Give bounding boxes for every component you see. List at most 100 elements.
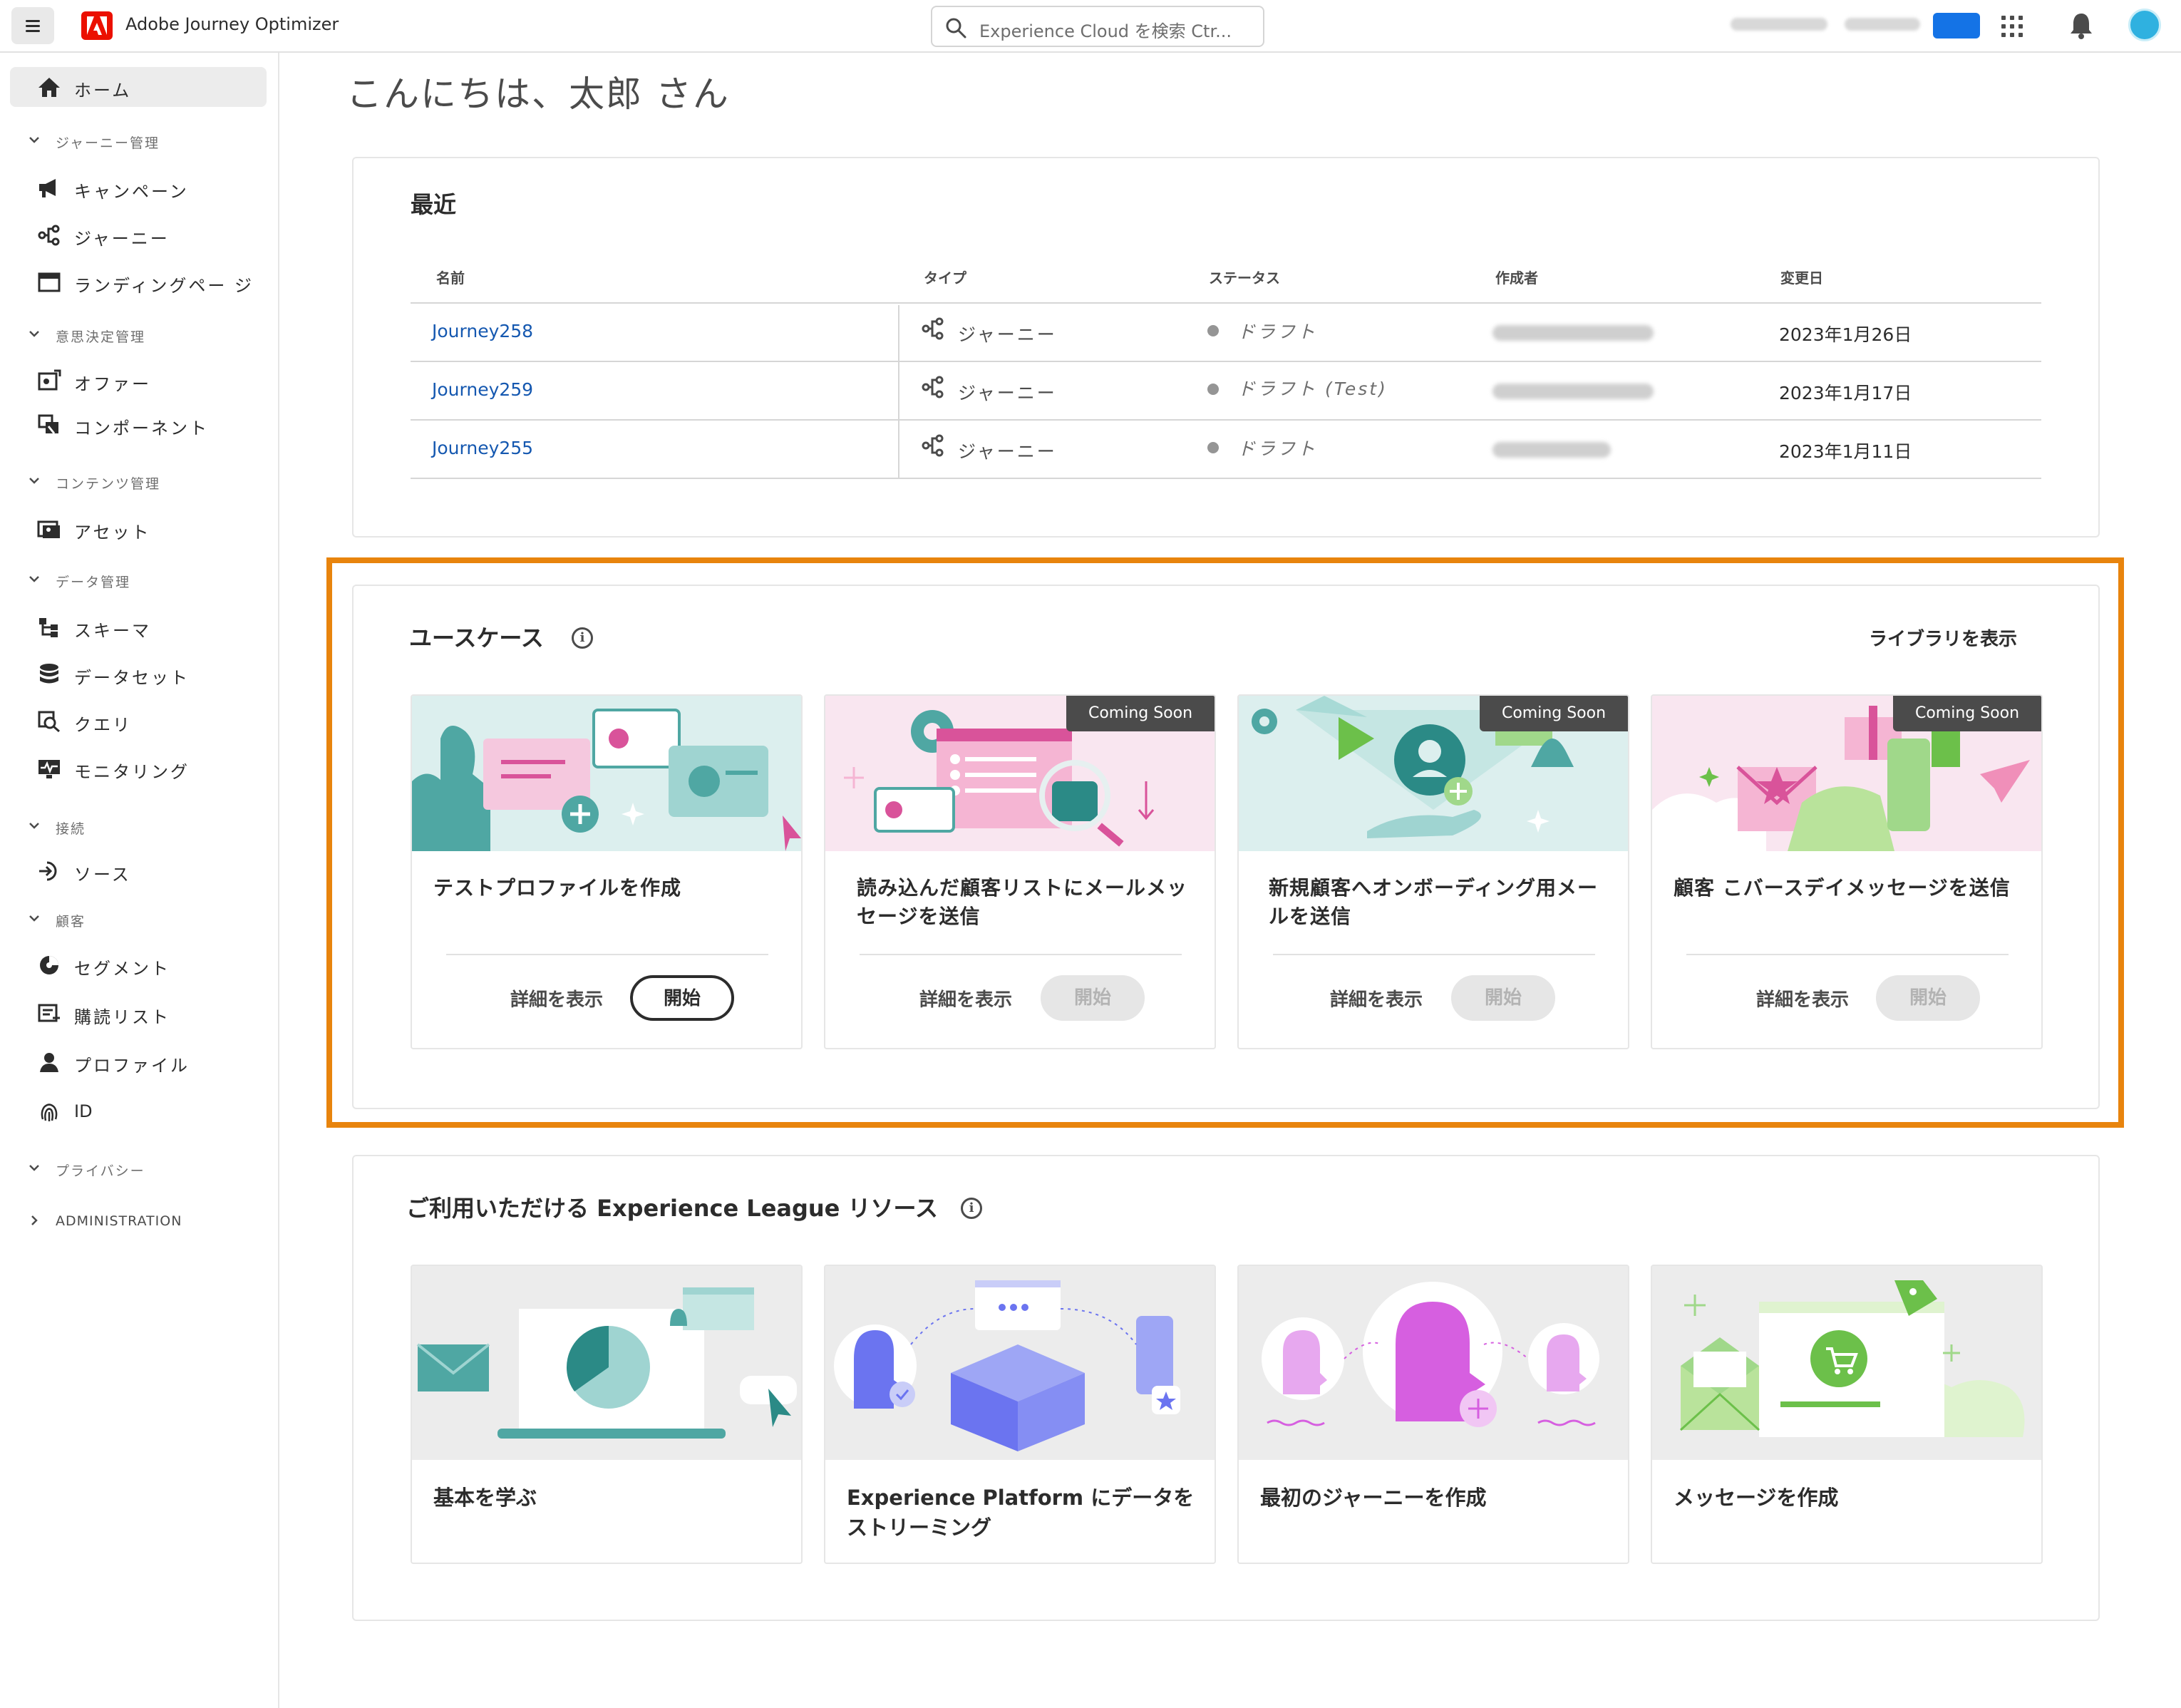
left-navigation: ホーム ジャーニー管理 キャンペーン ジャーニー ランディングペー ジ 意思決定… [0,53,279,1708]
search-icon [946,18,966,38]
table-divider [411,361,2041,362]
journey-icon [922,434,944,457]
sidebar-item-datasets[interactable]: データセット [10,654,267,694]
user-icon [40,1053,58,1072]
start-button[interactable]: 開始 [630,975,734,1021]
journey-name-link[interactable]: Journey258 [432,321,533,341]
journey-icon [38,225,60,246]
start-button[interactable]: 開始 [1876,975,1980,1021]
view-details-link[interactable]: 詳細を表示 [1756,985,1849,1012]
recent-title: 最近 [411,191,457,218]
resource-illustration [412,1266,801,1460]
sidebar-item-schemas[interactable]: スキーマ [10,607,267,647]
journey-icon [922,317,944,340]
usecase-title: 新規顧客へオンボーディング用メールを送信 [1269,876,1599,928]
subscription-list-icon [38,1004,60,1022]
coming-soon-badge: Coming Soon [1893,696,2041,731]
adobe-logo-icon [81,11,113,40]
journey-icon [922,376,944,398]
landing-page-icon [38,272,61,292]
usecase-illustration [412,696,801,851]
sidebar-item-segments[interactable]: セグメント [10,945,267,985]
coming-soon-badge: Coming Soon [1480,696,1628,731]
resource-card[interactable]: 基本を学ぶ [411,1265,803,1564]
chevron-right-icon [31,1215,38,1225]
chevron-down-icon [29,823,39,829]
resource-illustration [1652,1266,2041,1460]
sidebar-item-components[interactable]: コンポーネント [10,405,267,445]
usecase-title: テストプロファイルを作成 [433,876,682,900]
column-header-modified[interactable]: 変更日 [1780,267,1823,287]
sidebar-item-journeys[interactable]: ジャーニー [10,215,267,255]
resource-illustration [1239,1266,1628,1460]
card-divider [1686,954,2009,955]
sidebar-item-landing-pages[interactable]: ランディングペー ジ [10,262,267,302]
apps-grid-icon[interactable] [2001,16,2023,37]
column-header-creator[interactable]: 作成者 [1495,267,1538,287]
page-greeting: こんにちは、太郎 さん [346,73,730,115]
journey-type: ジャーニー [958,441,1057,462]
environment-badge [1933,13,1980,38]
view-details-link[interactable]: 詳細を表示 [1330,985,1423,1012]
start-button[interactable]: 開始 [1041,975,1145,1021]
usecase-title: 読み込んだ顧客リストにメールメッセージを送信 [857,876,1188,928]
coming-soon-badge: Coming Soon [1066,696,1215,731]
resource-card[interactable]: Experience Platform にデータをストリーミング [824,1265,1216,1564]
components-icon [38,414,58,434]
sidebar-item-identities[interactable]: ID [10,1092,267,1132]
info-icon[interactable]: i [572,627,593,649]
sidebar-item-subscription-lists[interactable]: 購読リスト [10,994,267,1034]
card-divider [860,954,1182,955]
chevron-down-icon [29,1165,39,1171]
user-avatar[interactable] [2128,9,2161,41]
resources-title: ご利用いただける Experience League リソース [406,1195,938,1222]
query-icon [38,711,60,733]
view-details-link[interactable]: 詳細を表示 [919,985,1012,1012]
resource-card[interactable]: 最初のジャーニーを作成 [1237,1265,1629,1564]
table-divider [411,419,2041,421]
usecase-card: Coming Soon 新規顧客へオンボーディング用メールを送信 詳細を表示 開… [1237,694,1629,1049]
sidebar-item-offers[interactable]: オファー [10,361,267,401]
view-library-link[interactable]: ライブラリを表示 [1869,624,2017,651]
org-switcher[interactable] [1731,18,1827,31]
info-icon[interactable]: i [961,1198,982,1219]
notifications-bell-icon[interactable] [2068,11,2094,40]
sidebar-item-queries[interactable]: クエリ [10,701,267,741]
resource-card[interactable]: メッセージを作成 [1651,1265,2043,1564]
view-details-link[interactable]: 詳細を表示 [510,985,603,1012]
fingerprint-icon [41,1103,58,1121]
sidebar-item-campaigns[interactable]: キャンペーン [10,168,267,208]
column-header-type[interactable]: タイプ [924,267,966,287]
journey-name-link[interactable]: Journey259 [432,379,533,400]
sidebar-item-assets[interactable]: アセット [10,509,267,549]
menu-toggle-button[interactable] [11,7,54,44]
global-search-input[interactable]: Experience Cloud を検索 Ctr... [931,6,1264,47]
chevron-down-icon [29,915,39,922]
monitoring-icon [38,760,60,778]
journey-type: ジャーニー [958,383,1057,403]
chevron-down-icon [29,576,39,582]
usecase-card: Coming Soon 顧客 こバースデイメッセージを送信 詳細を表示 開始 [1651,694,2043,1049]
source-icon [39,861,57,881]
start-button[interactable]: 開始 [1451,975,1555,1021]
sidebar-item-sources[interactable]: ソース [10,851,267,891]
column-header-status[interactable]: ステータス [1209,267,1280,287]
journey-name-link[interactable]: Journey255 [432,438,533,458]
creator-name [1492,384,1654,399]
sidebar-item-profiles[interactable]: プロファイル [10,1042,267,1082]
sandbox-switcher[interactable] [1845,18,1920,31]
modified-date: 2023年1月11日 [1779,441,1912,462]
recent-card [352,157,2100,537]
column-header-name[interactable]: 名前 [436,267,465,287]
status-dot [1207,442,1219,453]
assets-icon [37,520,60,538]
app-title: Adobe Journey Optimizer [125,14,339,34]
table-divider [411,478,2041,479]
journey-type: ジャーニー [958,324,1057,345]
status-dot [1207,325,1219,336]
sidebar-item-monitoring[interactable]: モニタリング [10,748,267,788]
creator-name [1492,325,1654,341]
table-divider [411,302,2041,304]
sidebar-item-home[interactable]: ホーム [10,67,267,107]
status-dot [1207,384,1219,395]
